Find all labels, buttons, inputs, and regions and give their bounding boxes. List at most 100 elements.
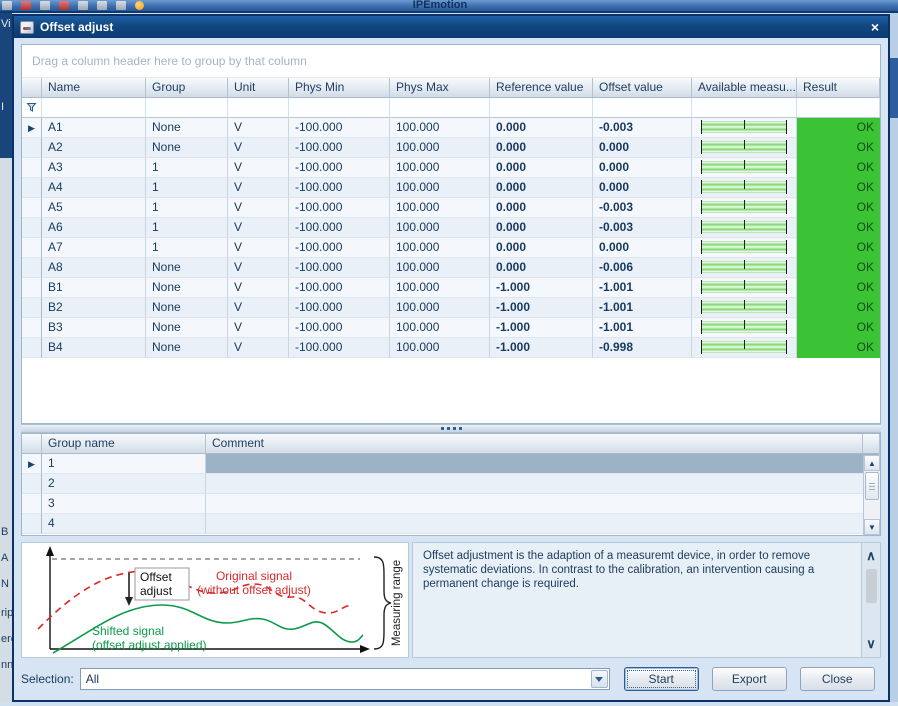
table-row[interactable]: ▶ A7 1 V -100.000 100.000 0.000 0.000 OK xyxy=(22,238,880,258)
smiley-icon[interactable] xyxy=(135,1,144,10)
row-selector[interactable]: ▶ xyxy=(22,278,42,298)
header-corner xyxy=(22,434,42,454)
filter-cell[interactable] xyxy=(228,98,289,118)
measurement-range-bar xyxy=(701,260,787,274)
scroll-up-icon[interactable]: ▲ xyxy=(864,455,880,471)
column-header-comment[interactable]: Comment xyxy=(206,434,863,454)
table-row[interactable]: ▶ A8 None V -100.000 100.000 0.000 -0.00… xyxy=(22,258,880,278)
cell-result: OK xyxy=(797,318,880,338)
measurement-range-bar xyxy=(701,160,787,174)
row-selector[interactable]: ▶ xyxy=(22,198,42,218)
column-header-group-name[interactable]: Group name xyxy=(42,434,206,454)
cell-reference: -1.000 xyxy=(490,278,593,298)
filter-icon-cell[interactable] xyxy=(22,98,42,118)
toolbar-icon[interactable] xyxy=(21,1,31,10)
close-button[interactable]: Close xyxy=(799,667,875,691)
row-selector[interactable]: ▶ xyxy=(22,218,42,238)
cell-unit: V xyxy=(228,198,289,218)
table-row[interactable]: ▶ B1 None V -100.000 100.000 -1.000 -1.0… xyxy=(22,278,880,298)
table-row[interactable]: ▶ B4 None V -100.000 100.000 -1.000 -0.9… xyxy=(22,338,880,358)
table-row[interactable]: ▶ A2 None V -100.000 100.000 0.000 0.000… xyxy=(22,138,880,158)
row-selector[interactable]: ▶ xyxy=(22,318,42,338)
column-header-available[interactable]: Available measu... xyxy=(692,78,797,98)
cell-phys-max: 100.000 xyxy=(390,118,490,138)
column-header-unit[interactable]: Unit xyxy=(228,78,289,98)
scroll-down-icon[interactable]: ∨ xyxy=(866,631,876,657)
group-row[interactable]: ▶ 2 xyxy=(22,474,880,494)
toolbar-icon[interactable] xyxy=(59,1,69,10)
filter-cell[interactable] xyxy=(146,98,228,118)
table-row[interactable]: ▶ B2 None V -100.000 100.000 -1.000 -1.0… xyxy=(22,298,880,318)
filter-cell[interactable] xyxy=(593,98,692,118)
cell-offset: -1.001 xyxy=(593,298,692,318)
row-selector[interactable]: ▶ xyxy=(22,158,42,178)
cell-offset: -1.001 xyxy=(593,318,692,338)
table-row[interactable]: ▶ A1 None V -100.000 100.000 0.000 -0.00… xyxy=(22,118,880,138)
toolbar-icon[interactable] xyxy=(2,1,12,10)
cell-phys-min: -100.000 xyxy=(289,338,390,358)
column-header-group[interactable]: Group xyxy=(146,78,228,98)
chevron-down-icon[interactable] xyxy=(590,670,608,688)
row-selector[interactable]: ▶ xyxy=(22,338,42,358)
row-selector[interactable]: ▶ xyxy=(22,118,42,138)
row-selector[interactable]: ▶ xyxy=(22,494,42,514)
cell-offset: -0.998 xyxy=(593,338,692,358)
row-selector[interactable]: ▶ xyxy=(22,454,42,474)
toolbar-icon[interactable] xyxy=(40,1,50,10)
filter-cell[interactable] xyxy=(42,98,146,118)
filter-cell[interactable] xyxy=(390,98,490,118)
column-header-result[interactable]: Result xyxy=(797,78,880,98)
cell-comment xyxy=(206,514,880,534)
dialog-titlebar[interactable]: Offset adjust × xyxy=(14,16,888,38)
toolbar-icon[interactable] xyxy=(116,1,126,10)
group-row[interactable]: ▶ 4 xyxy=(22,514,880,534)
table-row[interactable]: ▶ B3 None V -100.000 100.000 -1.000 -1.0… xyxy=(22,318,880,338)
column-header-phys-min[interactable]: Phys Min xyxy=(289,78,390,98)
table-row[interactable]: ▶ A3 1 V -100.000 100.000 0.000 0.000 OK xyxy=(22,158,880,178)
row-selector[interactable]: ▶ xyxy=(22,514,42,534)
toolbar-icon[interactable] xyxy=(97,1,107,10)
cell-unit: V xyxy=(228,258,289,278)
filter-cell[interactable] xyxy=(797,98,880,118)
row-selector[interactable]: ▶ xyxy=(22,298,42,318)
group-by-hint[interactable]: Drag a column header here to group by th… xyxy=(22,45,880,78)
background-fragment: Vi xyxy=(1,18,11,30)
column-header-offset[interactable]: Offset value xyxy=(593,78,692,98)
column-header-reference[interactable]: Reference value xyxy=(490,78,593,98)
export-button[interactable]: Export xyxy=(711,667,787,691)
groups-grid-header: Group name Comment xyxy=(22,434,880,454)
scroll-down-icon[interactable]: ▼ xyxy=(864,519,880,535)
column-header-name[interactable]: Name xyxy=(42,78,146,98)
filter-cell[interactable] xyxy=(490,98,593,118)
cell-result: OK xyxy=(797,238,880,258)
group-row[interactable]: ▶ 1 xyxy=(22,454,880,474)
row-selector[interactable]: ▶ xyxy=(22,178,42,198)
filter-cell[interactable] xyxy=(692,98,797,118)
row-selector[interactable]: ▶ xyxy=(22,474,42,494)
table-row[interactable]: ▶ A4 1 V -100.000 100.000 0.000 0.000 OK xyxy=(22,178,880,198)
row-arrow-icon: ▶ xyxy=(28,459,35,469)
scroll-up-icon[interactable]: ∧ xyxy=(866,543,876,569)
start-button[interactable]: Start xyxy=(623,667,699,691)
cell-result: OK xyxy=(797,338,880,358)
selection-dropdown[interactable]: All xyxy=(79,668,610,690)
cell-name: A3 xyxy=(42,158,146,178)
cell-available-bar xyxy=(692,278,797,298)
cell-result: OK xyxy=(797,198,880,218)
close-icon[interactable]: × xyxy=(868,20,882,34)
row-selector[interactable]: ▶ xyxy=(22,138,42,158)
cell-unit: V xyxy=(228,118,289,138)
grid-splitter[interactable] xyxy=(21,424,881,433)
measurement-range-bar xyxy=(701,140,787,154)
filter-cell[interactable] xyxy=(289,98,390,118)
column-header-phys-max[interactable]: Phys Max xyxy=(390,78,490,98)
scroll-thumb[interactable] xyxy=(865,569,877,603)
cell-group: 1 xyxy=(146,238,228,258)
toolbar-icon[interactable] xyxy=(78,1,88,10)
scroll-thumb[interactable] xyxy=(865,472,879,500)
table-row[interactable]: ▶ A6 1 V -100.000 100.000 0.000 -0.003 O… xyxy=(22,218,880,238)
table-row[interactable]: ▶ A5 1 V -100.000 100.000 0.000 -0.003 O… xyxy=(22,198,880,218)
group-row[interactable]: ▶ 3 xyxy=(22,494,880,514)
row-selector[interactable]: ▶ xyxy=(22,238,42,258)
row-selector[interactable]: ▶ xyxy=(22,258,42,278)
